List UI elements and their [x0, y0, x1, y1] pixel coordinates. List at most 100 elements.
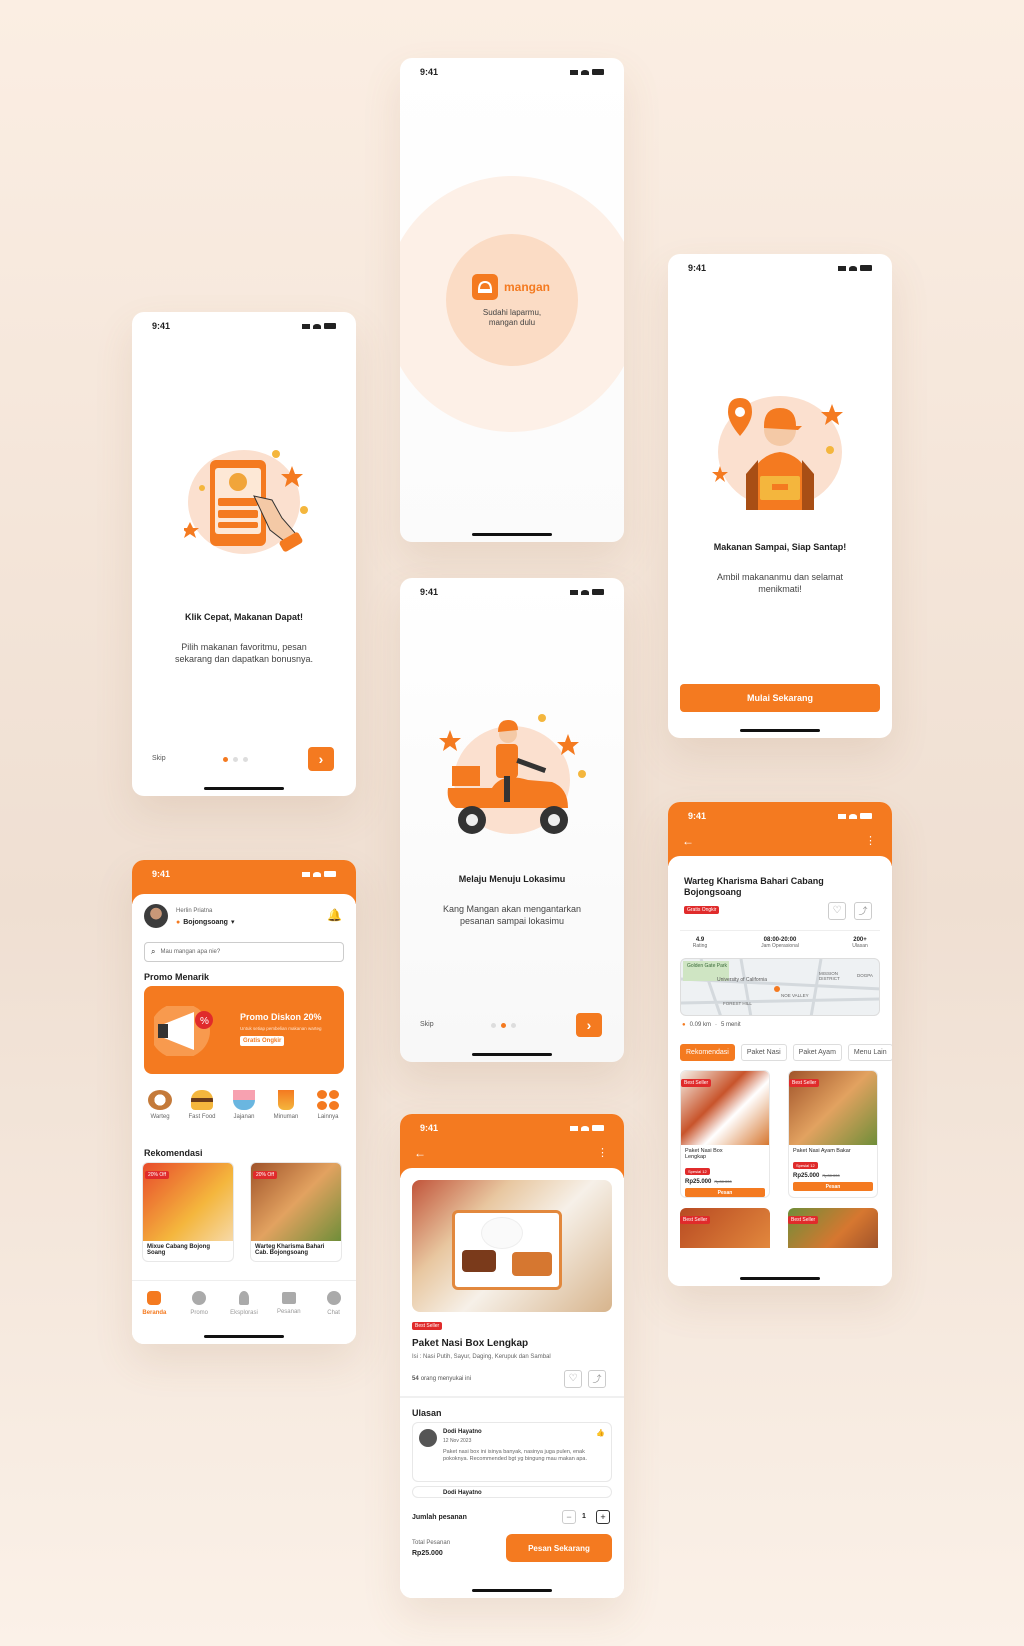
nav-label: Beranda — [142, 1310, 167, 1316]
category-lainnya[interactable]: Lainnya — [308, 1090, 348, 1120]
order-button[interactable]: Pesan — [793, 1182, 873, 1191]
home-icon — [147, 1291, 162, 1305]
best-seller-badge: Best Seller — [788, 1216, 819, 1224]
menu-item-card[interactable]: Best Seller Paket Nasi Ayam Bakar Spesia… — [788, 1070, 878, 1198]
search-input[interactable]: Mau mangan apa nie? — [160, 949, 220, 955]
total-label: Total Pesanan — [412, 1540, 451, 1546]
category-fast-food[interactable]: Fast Food — [182, 1090, 222, 1120]
tab-paket-ayam[interactable]: Paket Ayam — [792, 1044, 842, 1061]
stat-label: Ulasan — [852, 943, 868, 949]
status-icons — [570, 69, 604, 75]
bell-icon[interactable]: 🔔 — [327, 908, 342, 922]
pin-icon: ● — [682, 1022, 686, 1028]
onboarding-screen-3: 9:41 Makanan Sampai, Siap Santap! Ambil … — [668, 254, 892, 738]
menu-item-name-1: Paket Nasi Box — [685, 1148, 723, 1154]
rocket-icon — [238, 1291, 249, 1305]
home-body: Herlin Priatna ● Bojongsoang ▾ 🔔 ⌕ Mau m… — [132, 894, 356, 1344]
burger-icon — [191, 1090, 213, 1110]
pin-icon: ● — [176, 918, 181, 926]
best-seller-badge: Best Seller — [681, 1079, 712, 1087]
user-name: Herlin Priatna — [176, 908, 213, 914]
reviewer-avatar — [419, 1429, 437, 1447]
decrement-button[interactable]: − — [562, 1510, 576, 1524]
review-card: Dodi Hayatno — [412, 1486, 612, 1498]
status-icons — [570, 1125, 604, 1131]
menu-item-card[interactable]: Best Seller — [680, 1208, 770, 1248]
map-label: Golden Gate Park — [687, 963, 728, 969]
chevron-down-icon: ▾ — [230, 919, 235, 926]
next-button[interactable]: › — [576, 1013, 602, 1037]
status-icons — [838, 813, 872, 819]
nav-chat[interactable]: Chat — [314, 1291, 354, 1344]
menu-item-card[interactable]: Best Seller — [788, 1208, 878, 1248]
skip-button[interactable]: Skip — [420, 1021, 434, 1028]
category-jajanan[interactable]: Jajanan — [224, 1090, 264, 1120]
category-minuman[interactable]: Minuman — [266, 1090, 306, 1120]
more-menu-icon[interactable]: ⋮ — [597, 1146, 608, 1159]
tab-menu-lain[interactable]: Menu Lain — [847, 1044, 892, 1061]
nav-beranda[interactable]: Beranda — [134, 1291, 174, 1344]
home-indicator — [740, 1277, 820, 1280]
special-tag: Spesial 12 — [685, 1168, 710, 1175]
brand-name: mangan — [504, 280, 551, 294]
scooter-illustration — [432, 710, 592, 850]
drink-icon — [278, 1090, 294, 1110]
map-label: NOE VALLEY — [781, 993, 809, 998]
recommendation-name-2: Cab. Bojongsoang — [255, 1250, 308, 1256]
heart-icon[interactable]: ♡ — [564, 1370, 582, 1388]
promo-title: Promo Diskon 20% — [240, 1012, 322, 1022]
tab-rekomendasi[interactable]: Rekomendasi — [680, 1044, 735, 1061]
thumbs-up-icon: 👍 — [596, 1430, 605, 1437]
onboarding-subtitle-2: sekarang dan dapatkan bonusnya. — [174, 654, 314, 664]
skip-button[interactable]: Skip — [152, 755, 166, 762]
menu-item-old-price: Rp30.000 — [822, 1173, 840, 1178]
menu-item-price: Rp25.000 — [685, 1179, 712, 1185]
avatar[interactable] — [144, 904, 168, 928]
back-arrow-icon[interactable]: ← — [414, 1146, 426, 1160]
search-bar[interactable]: ⌕ Mau mangan apa nie? — [144, 942, 344, 962]
share-icon[interactable]: ⤴ — [854, 902, 872, 920]
map-label: FOREST HILL — [723, 1001, 752, 1006]
best-seller-badge: Best Seller — [680, 1216, 711, 1224]
menu-item-name-2: Lengkap — [685, 1154, 707, 1160]
back-arrow-icon[interactable]: ← — [682, 834, 694, 848]
next-button[interactable]: › — [308, 747, 334, 771]
location-selector[interactable]: ● Bojongsoang ▾ — [176, 918, 235, 927]
order-button[interactable]: Pesan — [685, 1188, 765, 1197]
status-icons — [570, 589, 604, 595]
onboarding-title: Klik Cepat, Makanan Dapat! — [184, 612, 304, 622]
start-now-button[interactable]: Mulai Sekarang — [680, 684, 880, 712]
reviewer-name: Dodi Hayatno — [443, 1490, 482, 1496]
snack-icon — [233, 1090, 255, 1110]
splash-screen: 9:41 mangan Sudahi laparmu, mangan dulu — [400, 58, 624, 542]
price-row: Rp25.000 Rp30.000 — [681, 1178, 769, 1186]
share-icon[interactable]: ⤴ — [588, 1370, 606, 1388]
recommendation-card[interactable]: 20% Off Warteg Kharisma Bahari Cab. Bojo… — [250, 1162, 342, 1262]
location-map[interactable]: Golden Gate Park University of Californi… — [680, 958, 880, 1016]
increment-button[interactable]: + — [596, 1510, 610, 1524]
menu-item-image: Best Seller — [681, 1071, 769, 1145]
product-image — [412, 1180, 612, 1312]
chat-icon — [326, 1291, 341, 1305]
category-warteg[interactable]: Warteg — [140, 1090, 180, 1120]
menu-item-old-price: Rp30.000 — [714, 1179, 732, 1184]
mangan-logo-icon — [472, 274, 498, 300]
stat-reviews: 200+ Ulasan — [840, 937, 880, 949]
resto-name-1: Warteg Kharisma Bahari Cabang — [684, 876, 824, 886]
category-row: Warteg Fast Food Jajanan Minuman Lainnya — [140, 1090, 348, 1120]
search-icon: ⌕ — [151, 947, 156, 956]
home-screen: 9:41 Herlin Priatna ● Bojongsoang ▾ 🔔 ⌕ … — [132, 860, 356, 1344]
status-time: 9:41 — [152, 869, 171, 879]
svg-text:%: % — [200, 1016, 209, 1027]
menu-item-image: Best Seller — [789, 1071, 877, 1145]
more-menu-icon[interactable]: ⋮ — [865, 834, 876, 847]
tab-paket-nasi[interactable]: Paket Nasi — [740, 1044, 787, 1061]
order-now-button[interactable]: Pesan Sekarang — [506, 1534, 612, 1562]
menu-item-card[interactable]: Best Seller Paket Nasi Box Lengkap Spesi… — [680, 1070, 770, 1198]
recommendation-card[interactable]: 20% Off Mixue Cabang Bojong Soang — [142, 1162, 234, 1262]
heart-icon[interactable]: ♡ — [828, 902, 846, 920]
likes-row: 54 orang menyukai ini — [412, 1376, 471, 1382]
status-bar: 9:41 — [132, 312, 356, 340]
promo-banner[interactable]: % Promo Diskon 20% Untuk setiap pembelia… — [144, 986, 344, 1074]
quantity-value: 1 — [582, 1513, 586, 1520]
